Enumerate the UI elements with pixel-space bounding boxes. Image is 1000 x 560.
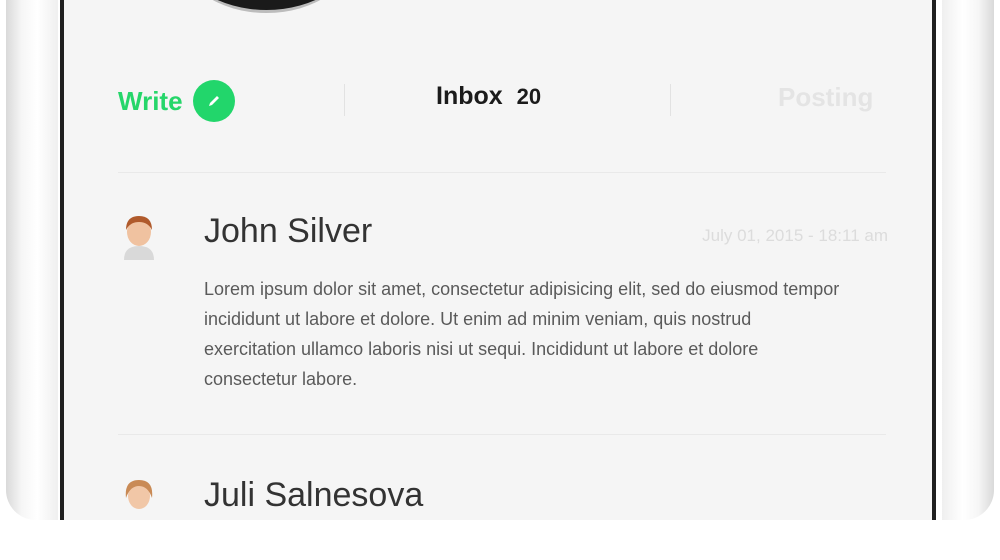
tab-posting[interactable]: Posting	[778, 82, 873, 113]
section-divider	[118, 172, 886, 173]
section-divider	[118, 434, 886, 435]
tab-divider	[670, 84, 671, 116]
app-screen: Write Inbox 20 Posting John Silver July …	[60, 0, 936, 520]
phone-device: Write Inbox 20 Posting John Silver July …	[0, 0, 1000, 560]
phone-bezel-left	[6, 0, 58, 520]
avatar	[124, 216, 154, 260]
message-sender: Juli Salnesova	[204, 476, 424, 514]
tab-inbox-label: Inbox	[436, 82, 503, 110]
avatar	[125, 480, 153, 509]
profile-avatar[interactable]	[179, 0, 354, 13]
tab-divider	[344, 84, 345, 116]
message-body: Lorem ipsum dolor sit amet, consectetur …	[204, 279, 840, 389]
inbox-count-badge: 20	[516, 84, 542, 109]
tab-bar: Write Inbox 20 Posting	[64, 70, 932, 130]
pencil-icon[interactable]	[192, 80, 235, 122]
message-sender: John Silver	[204, 212, 373, 250]
tab-inbox[interactable]: Inbox 20	[436, 82, 541, 111]
phone-bezel-right	[942, 0, 994, 520]
message-timestamp: July 01, 2015 - 18:11 am	[702, 226, 888, 245]
message-item[interactable]: Juli Salnesova	[118, 476, 888, 520]
tab-write[interactable]: Write	[118, 80, 235, 122]
tab-write-label: Write	[118, 85, 183, 116]
message-item[interactable]: John Silver July 01, 2015 - 18:11 am Lor…	[118, 212, 888, 402]
